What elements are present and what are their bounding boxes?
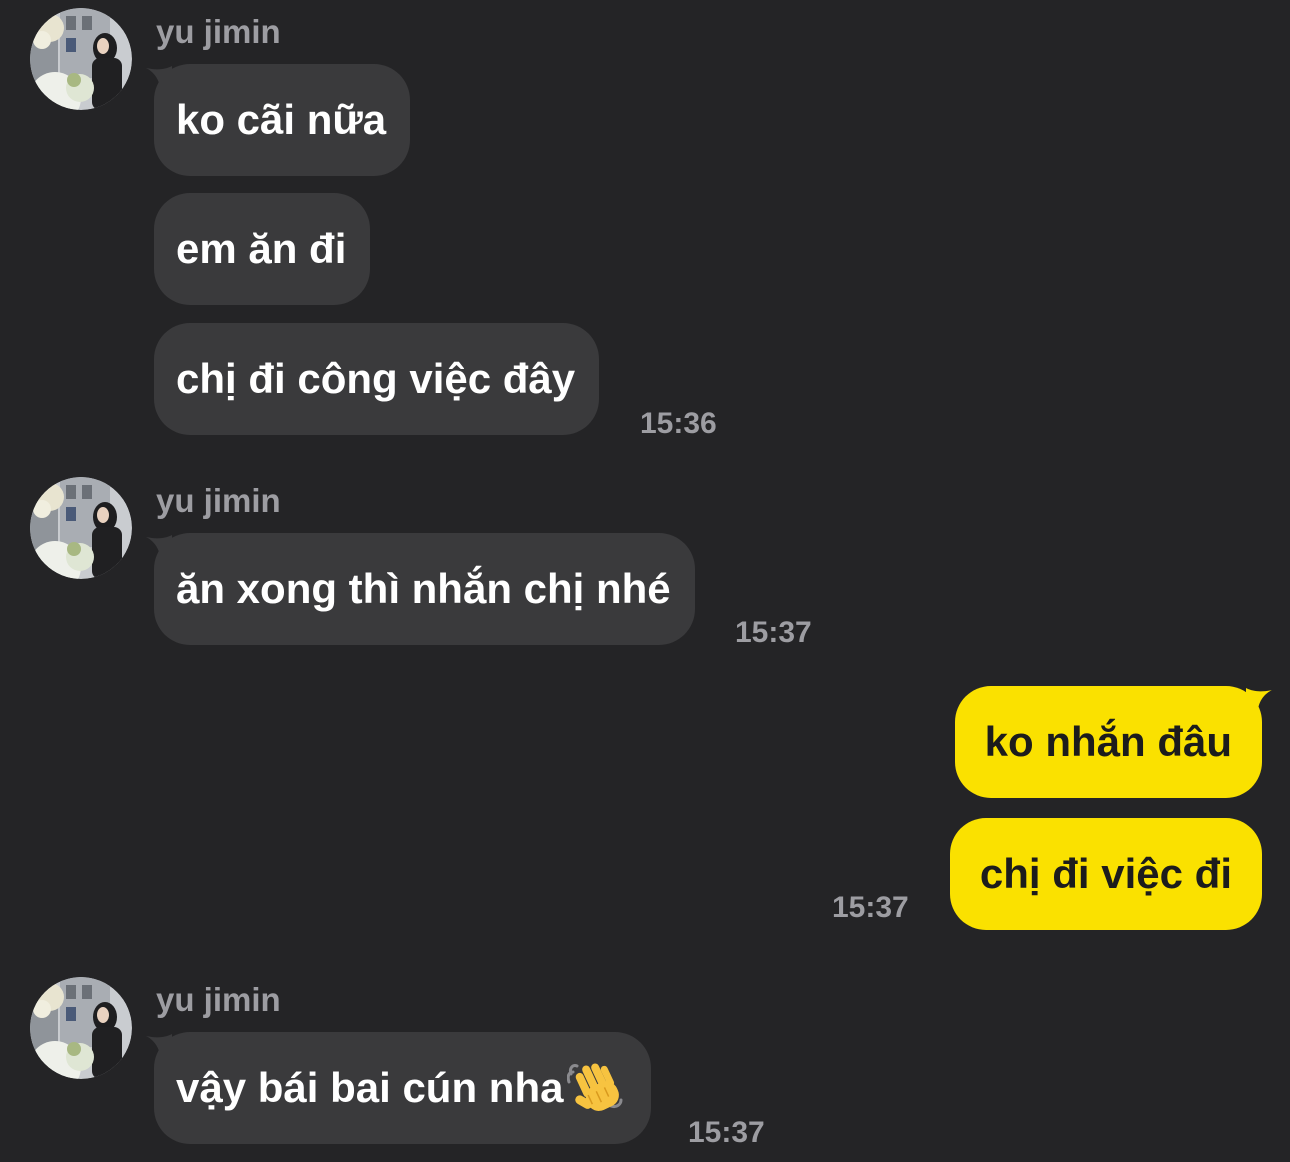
timestamp: 15:37	[735, 616, 812, 649]
message-text: ko nhắn đâu	[984, 718, 1232, 765]
message-bubble-outgoing[interactable]: chị đi việc đi	[949, 818, 1262, 930]
waving-hand-icon	[567, 1063, 623, 1111]
chat-screen: yu jimin ko cãi nữa em ăn đi chị đi công…	[0, 0, 1290, 1162]
bubble-tail	[146, 535, 172, 559]
message-text: ko cãi nữa	[176, 96, 387, 143]
message-bubble[interactable]: ăn xong thì nhắn chị nhé	[146, 533, 695, 645]
avatar[interactable]	[30, 8, 132, 110]
sender-name: yu jimin	[156, 981, 281, 1018]
message-text: em ăn đi	[176, 225, 347, 272]
avatar[interactable]	[30, 977, 132, 1079]
bubble-tail	[146, 66, 172, 90]
timestamp: 15:36	[640, 407, 717, 440]
sender-name: yu jimin	[156, 482, 281, 519]
message-text: ăn xong thì nhắn chị nhé	[176, 565, 671, 612]
avatar-photo	[30, 977, 132, 1079]
bubble-tail	[1246, 688, 1272, 712]
message-bubble[interactable]: chị đi công việc đây	[154, 323, 600, 435]
bubble-tail	[146, 1034, 172, 1058]
timestamp: 15:37	[832, 891, 909, 924]
message-bubble-outgoing[interactable]: ko nhắn đâu	[954, 686, 1272, 798]
message-bubble[interactable]: vậy bái bai cún nha	[146, 1032, 652, 1144]
message-bubble[interactable]: ko cãi nữa	[146, 64, 411, 176]
timestamp: 15:37	[688, 1116, 765, 1149]
message-text: chị đi việc đi	[979, 850, 1232, 897]
message-bubble[interactable]: em ăn đi	[154, 193, 371, 305]
message-text: vậy bái bai cún nha	[176, 1064, 564, 1111]
message-text: chị đi công việc đây	[176, 355, 576, 402]
avatar[interactable]	[30, 477, 132, 579]
sender-name: yu jimin	[156, 13, 281, 50]
avatar-photo	[30, 8, 132, 110]
avatar-photo	[30, 477, 132, 579]
